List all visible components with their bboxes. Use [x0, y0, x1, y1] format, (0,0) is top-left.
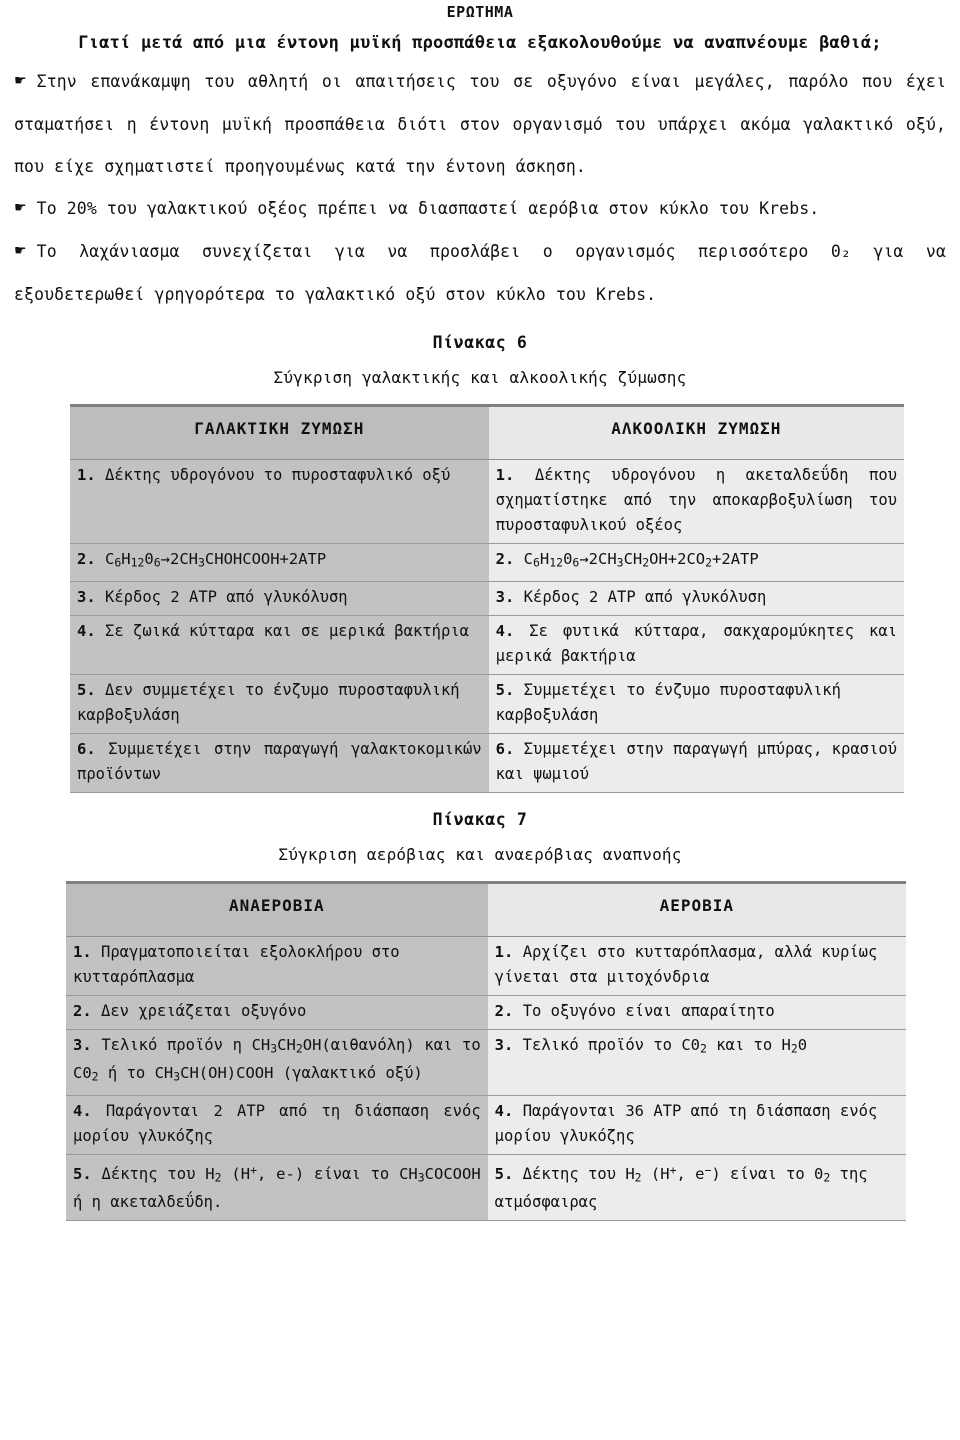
table-row: 6. Συμμετέχει στην παραγωγή γαλακτοκομικ… [70, 733, 904, 793]
row-number: 3. [495, 587, 515, 606]
row-number: 2. [495, 550, 515, 568]
cell-products-anaerobic: 3. Τελικό προϊόν η CH3CH2OH(αιθανόλη) κα… [66, 1029, 488, 1096]
table-row: 2. Δεν χρειάζεται οξυγόνο 2. Το οξυγόνο … [66, 995, 906, 1030]
paragraph-2-text: Το 20% του γαλακτικού οξέος πρέπει να δι… [36, 199, 820, 218]
cell-text: Το οξυγόνο είναι απαραίτητο [522, 1001, 775, 1020]
row-number: 2. [494, 1001, 514, 1020]
cell-text: Συμμετέχει στην παραγωγή γαλακτοκομικών … [77, 739, 482, 783]
cell-formula-lactic: 2. C6H1206→2CH3CHOHCOOH+2ATP [70, 543, 489, 582]
table7-col-header-anaerobic: ΑΝΑΕΡΟΒΙΑ [66, 882, 488, 937]
row-number: 6. [77, 739, 96, 758]
cell-text: Κέρδος 2 ΑΤΡ από γλυκόλυση [523, 587, 767, 606]
cell-text: Αρχίζει στο κυτταρόπλασμα, αλλά κυρίως γ… [494, 942, 878, 986]
row-number: 2. [73, 1001, 92, 1020]
row-number: 5. [494, 1164, 514, 1183]
row-number: 5. [495, 680, 515, 699]
table-row: 3. Κέρδος 2 ΑΤΡ από γλυκόλυση 3. Κέρδος … [70, 581, 904, 616]
cell-text: Παράγονται 36 ΑΤΡ από τη διάσπαση ενός μ… [494, 1101, 878, 1145]
table-row: 4. Παράγονται 2 ΑΤΡ από τη διάσπαση ενός… [66, 1095, 906, 1155]
row-number: 5. [77, 680, 96, 699]
cell-text: Δεν χρειάζεται οξυγόνο [101, 1001, 307, 1020]
cell-text: Δεν συμμετέχει το ένζυμο πυροσταφυλική κ… [77, 680, 460, 724]
table6-number: Πίνακας 6 [432, 333, 528, 352]
table-row: 1. Πραγματοποιείται εξολοκλήρου στο κυττ… [66, 936, 906, 996]
cell-formula-alcoholic: 2. C6H1206→2CH3CH2OH+2CO2+2ATP [488, 543, 904, 582]
cell-text: Σε ζωικά κύτταρα και σε μερικά βακτήρια [105, 621, 469, 640]
row-number: 4. [494, 1101, 514, 1120]
hand-pointer-icon: ☛ [14, 243, 27, 259]
hand-pointer-icon: ☛ [14, 73, 27, 89]
table-6: ΓΑΛΑΚΤΙΚΗ ΖΥΜΩΣΗ ΑΛΚΟΟΛΙΚΗ ΖΥΜΩΣΗ 1. Δέκ… [70, 404, 904, 793]
cell-acceptor-aerobic: 5. Δέκτης του H2 (H+, e−) είναι το 02 τη… [487, 1154, 906, 1221]
paragraph-3-text: Το λαχάνιασμα συνεχίζεται για να προσλάβ… [14, 242, 946, 304]
row-number: 2. [77, 550, 96, 568]
row-number: 4. [77, 621, 96, 640]
cell-text: Συμμετέχει στην παραγωγή μπύρας, κρασιού… [495, 739, 897, 783]
cell-text: Κέρδος 2 ΑΤΡ από γλυκόλυση [105, 587, 348, 606]
row-number: 4. [495, 621, 515, 640]
table-row: 1. Δέκτης υδρογόνου το πυροσταφυλικό οξύ… [70, 459, 904, 544]
document-page: { "heading": { "label": "ΕΡΩΤΗΜΑ", "ques… [0, 0, 960, 1440]
table7-col-header-aerobic: ΑΕΡΟΒΙΑ [487, 882, 906, 937]
row-number: 5. [73, 1164, 92, 1183]
row-number: 4. [73, 1101, 92, 1120]
cell-text: Συμμετέχει το ένζυμο πυροσταφυλική καρβο… [495, 680, 841, 724]
table6-caption: Σύγκριση γαλακτικής και αλκοολικής ζύμωσ… [273, 368, 687, 387]
table7-caption: Σύγκριση αερόβιας και αναερόβιας αναπνοή… [278, 844, 682, 864]
paragraph-1-text: Στην επανάκαμψη του αθλητή οι απαιτήσεις… [14, 72, 946, 176]
cell-acceptor-anaerobic: 5. Δέκτης του H2 (H+, e-) είναι το CH3CO… [66, 1154, 488, 1221]
cell-text: Σε φυτικά κύτταρα, σακχαρομύκητες και με… [495, 621, 897, 665]
table7-number: Πίνακας 7 [432, 809, 528, 829]
table7-header-row: ΑΝΑΕΡΟΒΙΑ ΑΕΡΟΒΙΑ [66, 882, 906, 937]
cell-text: Παράγονται 2 ΑΤΡ από τη διάσπαση ενός μο… [73, 1101, 481, 1145]
cell-text: Δέκτης υδρογόνου το πυροσταφυλικό οξύ [105, 466, 451, 484]
paragraph-2: ☛ Το 20% του γαλακτικού οξέος πρέπει να δ… [14, 188, 946, 231]
paragraph-3: ☛ Το λαχάνιασμα συνεχίζεται για να προσλά… [14, 231, 946, 316]
hand-pointer-icon: ☛ [14, 200, 27, 216]
paragraph-1: ☛ Στην επανάκαμψη του αθλητή οι απαιτήσει… [14, 61, 946, 188]
table-row: 4. Σε ζωικά κύτταρα και σε μερικά βακτήρ… [70, 615, 904, 675]
table-row: 2. C6H1206→2CH3CHOHCOOH+2ATP 2. C6H1206→… [70, 543, 904, 582]
page-content: ΕΡΩΤΗΜΑ Γιατί μετά από μια έντονη μυϊκή … [0, 0, 960, 1221]
table6-header-row: ΓΑΛΑΚΤΙΚΗ ΖΥΜΩΣΗ ΑΛΚΟΟΛΙΚΗ ΖΥΜΩΣΗ [70, 405, 904, 460]
table-row: 5. Δέκτης του H2 (H+, e-) είναι το CH3CO… [66, 1154, 906, 1221]
row-number: 1. [77, 466, 96, 484]
cell-text: Πραγματοποιείται εξολοκλήρου στο κυτταρό… [73, 942, 400, 986]
table6-col-header-alcoholic: ΑΛΚΟΟΛΙΚΗ ΖΥΜΩΣΗ [488, 405, 904, 460]
row-number: 1. [494, 942, 514, 961]
row-number: 3. [73, 1035, 92, 1054]
row-number: 3. [77, 587, 96, 606]
table6-col-header-lactic: ΓΑΛΑΚΤΙΚΗ ΖΥΜΩΣΗ [70, 405, 489, 460]
question-label: ΕΡΩΤΗΜΑ [446, 3, 514, 21]
table-7: ΑΝΑΕΡΟΒΙΑ ΑΕΡΟΒΙΑ 1. Πραγματοποιείται εξ… [66, 880, 906, 1221]
row-number: 1. [495, 466, 515, 484]
table-row: 3. Τελικό προϊόν η CH3CH2OH(αιθανόλη) κα… [66, 1029, 906, 1096]
cell-products-aerobic: 3. Τελικό προϊόν το C02 και το H20 [487, 1029, 906, 1096]
cell-text: Δέκτης υδρογόνου η ακεταλδεΰδη που σχημα… [495, 466, 897, 534]
row-number: 3. [494, 1035, 514, 1054]
row-number: 1. [73, 942, 92, 961]
page-title: Γιατί μετά από μια έντονη μυϊκή προσπάθε… [78, 33, 882, 53]
row-number: 6. [495, 739, 515, 758]
table-row: 5. Δεν συμμετέχει το ένζυμο πυροσταφυλικ… [70, 674, 904, 734]
